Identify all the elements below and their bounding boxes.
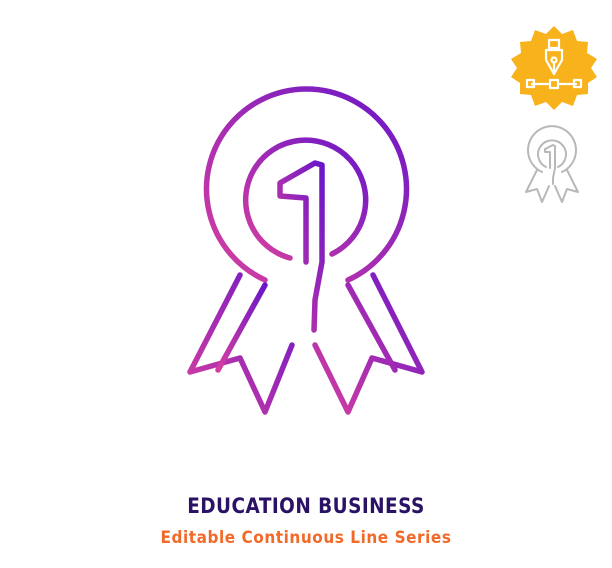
series-title: EDUCATION BUSINESS	[187, 494, 425, 518]
first-place-ribbon-outline-icon	[525, 125, 579, 203]
series-subtitle: Editable Continuous Line Series	[160, 528, 452, 548]
pen-tool-badge-icon	[511, 26, 597, 110]
